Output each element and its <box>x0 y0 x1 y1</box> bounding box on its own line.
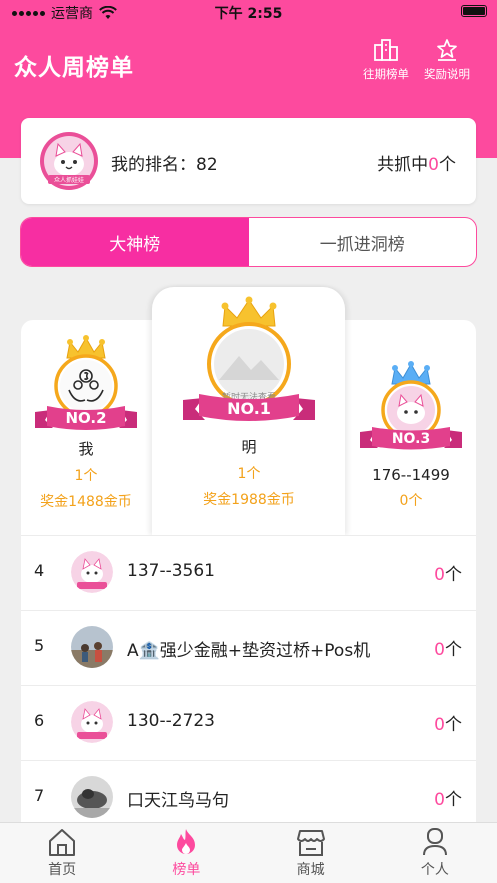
second-count: 1个 <box>74 468 98 484</box>
user-avatar <box>71 701 113 743</box>
store-icon <box>296 830 325 856</box>
person-icon <box>422 828 447 856</box>
star-medal-icon <box>437 39 457 61</box>
rank-number: 7 <box>34 786 45 805</box>
tab-profile-label: 个人 <box>420 862 449 878</box>
list-item[interactable]: 4 137--3561 0个 <box>21 535 476 610</box>
user-name: A🏦强少金融+垫资过桥+Pos机 <box>127 641 371 661</box>
list-item[interactable]: 7 口天江鸟马句 0个 <box>21 760 476 822</box>
third-badge: NO.3 <box>392 431 430 447</box>
my-rank: 我的排名：82 <box>111 155 218 175</box>
status-time: 下午 2:55 <box>214 6 283 22</box>
flame-icon <box>177 829 196 854</box>
second-avatar: NO.2 <box>35 335 137 430</box>
home-icon <box>49 829 76 856</box>
history-ranking-label: 往期榜单 <box>363 67 409 81</box>
first-count: 1个 <box>237 466 261 482</box>
tab-store[interactable]: 商城 <box>249 823 373 883</box>
tab-ranking[interactable]: 榜单 <box>124 823 248 883</box>
my-caught-count: 共抓中0个 <box>377 155 456 175</box>
tab-hole-in-one-ranking[interactable]: 一抓进洞榜 <box>249 218 477 266</box>
user-count: 0个 <box>434 790 462 810</box>
user-avatar <box>71 551 113 593</box>
building-icon <box>374 39 398 61</box>
logo-text: 众人抓娃娃 <box>54 176 84 184</box>
third-avatar: NO.3 <box>360 361 462 450</box>
second-badge: NO.2 <box>65 409 106 427</box>
tab-profile[interactable]: 个人 <box>373 823 497 883</box>
rank-number: 5 <box>34 636 45 655</box>
reward-info-label: 奖励说明 <box>424 67 470 81</box>
list-item[interactable]: 5 A🏦强少金融+垫资过桥+Pos机 0个 <box>21 610 476 685</box>
my-ranking-card: 众人抓娃娃 我的排名：82 共抓中0个 <box>21 118 476 204</box>
third-name: 176--1499 <box>372 466 450 484</box>
battery-icon <box>461 5 487 17</box>
first-bonus: 奖金1988金币 <box>203 492 295 508</box>
list-item[interactable]: 6 130--2723 0个 <box>21 685 476 760</box>
my-rank-value: 82 <box>196 155 218 175</box>
first-name: 明 <box>241 438 257 456</box>
ranking-tabs: 大神榜 一抓进洞榜 <box>20 217 477 267</box>
user-count: 0个 <box>434 715 462 735</box>
page-title: 众人周榜单 <box>14 55 134 81</box>
user-avatar <box>71 626 113 668</box>
first-avatar: 暂时无法查看 NO.1 <box>183 296 315 421</box>
history-ranking-button[interactable]: 往期榜单 <box>358 38 414 82</box>
podium-second[interactable]: NO.2 我 1个 奖金1488金币 <box>31 334 141 511</box>
my-avatar[interactable]: 众人抓娃娃 <box>40 132 98 194</box>
bottom-tab-bar: 首页 榜单 商城 个人 <box>0 822 497 883</box>
ranking-list: 4 137--3561 0个 5 A🏦强少金融+垫资过桥+Pos机 0个 6 1… <box>21 535 476 822</box>
user-count: 0个 <box>434 565 462 585</box>
podium-first[interactable]: 暂时无法查看 NO.1 明 1个 奖金1988金币 <box>179 296 319 509</box>
user-name: 口天江鸟马句 <box>127 791 229 811</box>
user-count: 0个 <box>434 640 462 660</box>
my-caught-value: 0 <box>428 155 439 175</box>
tab-store-label: 商城 <box>296 862 325 878</box>
second-name: 我 <box>78 440 94 458</box>
tab-master-ranking[interactable]: 大神榜 <box>21 218 249 266</box>
status-bar: 运营商 下午 2:55 <box>0 0 497 24</box>
podium-third[interactable]: NO.3 176--1499 0个 <box>356 360 466 510</box>
tab-home-label: 首页 <box>48 862 77 878</box>
second-bonus: 奖金1488金币 <box>40 494 132 510</box>
rank-number: 6 <box>34 711 45 730</box>
reward-info-button[interactable]: 奖励说明 <box>419 38 475 82</box>
first-badge: NO.1 <box>227 399 271 418</box>
third-count: 0个 <box>399 493 423 509</box>
user-name: 130--2723 <box>127 711 215 731</box>
user-name: 137--3561 <box>127 561 215 581</box>
tab-home[interactable]: 首页 <box>0 823 124 883</box>
tab-ranking-label: 榜单 <box>172 862 201 878</box>
user-avatar <box>71 776 113 818</box>
rank-number: 4 <box>34 561 45 580</box>
